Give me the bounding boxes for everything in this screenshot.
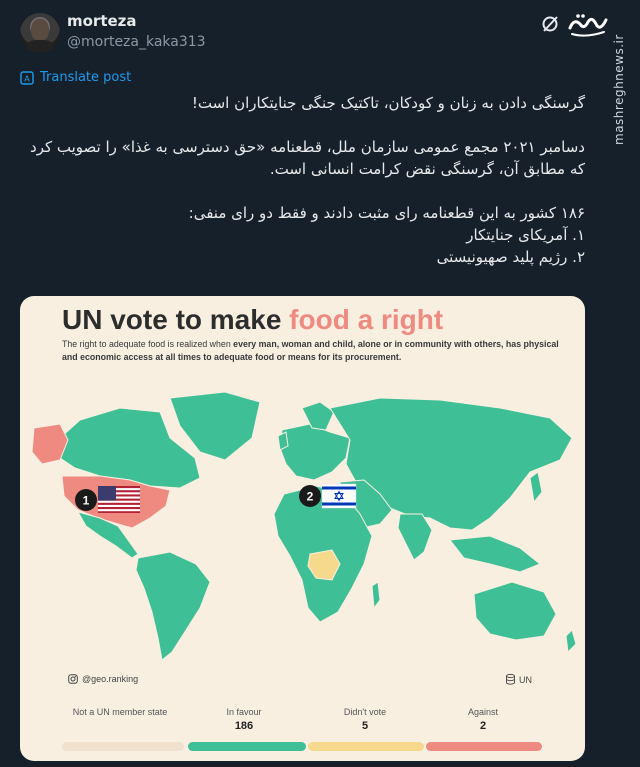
legend-value: 5 [361,720,369,732]
uk-shape [277,431,289,451]
legend-bar-against [426,742,542,751]
title-accent: food a right [289,304,444,335]
translate-post-link[interactable]: A Translate post [20,70,131,85]
usa-marker: 1 [75,486,140,513]
se-asia-shape [449,535,541,573]
display-name[interactable]: morteza [67,12,137,30]
infographic-image[interactable]: UN vote to make food a right The right t… [20,296,585,761]
post-line: ۲. رژیم پلید صهیونیستی [436,248,585,266]
user-handle[interactable]: @morteza_kaka313 [67,34,206,50]
legend-value: 2 [479,720,487,732]
translate-label: Translate post [40,70,132,85]
australia-shape [473,581,557,641]
infographic-subtitle: The right to adequate food is realized w… [62,338,562,364]
us-flag-icon [98,486,140,513]
source-text: UN [519,674,532,685]
title-main: UN vote to make [62,304,290,335]
credit-text: @geo.ranking [82,674,139,684]
translate-icon: A [20,70,34,85]
legend-didnt-vote: Didn't vote 5 [305,706,425,732]
instagram-credit: @geo.ranking [68,674,138,684]
watermark: mashreghnews.ir [612,34,626,146]
legend-value: 186 [234,720,254,732]
svg-text:1: 1 [83,494,90,508]
svg-text:2: 2 [307,490,314,504]
avatar-face [31,19,49,41]
post-line: دسامبر ۲۰۲۱ مجمع عمومی سازمان ملل، قطعنا… [30,138,585,178]
legend-in-favour: In favour 186 [184,706,304,732]
post-line: گرسنگی دادن به زنان و کودکان، تاکتیک جنگ… [191,94,585,112]
world-map: 1 2 [31,391,577,661]
south-america-shape [135,551,211,661]
mashreghnews-logo [568,14,608,37]
post-text: گرسنگی دادن به زنان و کودکان، تاکتیک جنگ… [20,92,585,268]
israel-marker: 2 [299,483,357,509]
israel-flag-icon [321,483,357,509]
new-zealand-shape [565,629,577,654]
madagascar-shape [371,581,381,610]
database-icon [506,674,515,685]
post-line: ۱. آمریکای جنایتکار [466,226,585,244]
avatar[interactable] [20,13,60,53]
infographic-title: UN vote to make food a right [62,304,443,336]
japan-shape [529,471,543,504]
legend-against: Against 2 [423,706,543,732]
source-label: UN [506,674,532,685]
post-line: ۱۸۶ کشور به این قطعنامه رای مثبت دادند و… [188,204,585,222]
subtitle-text: The right to adequate food is realized w… [62,339,234,349]
svg-text:A: A [24,74,30,83]
legend-label: Against [467,707,499,717]
legend-label: Not a UN member state [72,707,168,717]
europe-shape [279,423,351,481]
grok-icon[interactable] [540,14,560,34]
avatar-body [25,40,55,53]
legend-bar-in-favour [188,742,306,751]
legend-label: In favour [226,707,262,717]
legend-not-member: Not a UN member state [60,706,180,720]
legend-label: Didn't vote [343,707,387,717]
legend-bar-not-member [62,742,184,751]
instagram-icon [68,674,78,684]
india-shape [397,513,433,561]
legend-bar-didnt-vote [308,742,424,751]
